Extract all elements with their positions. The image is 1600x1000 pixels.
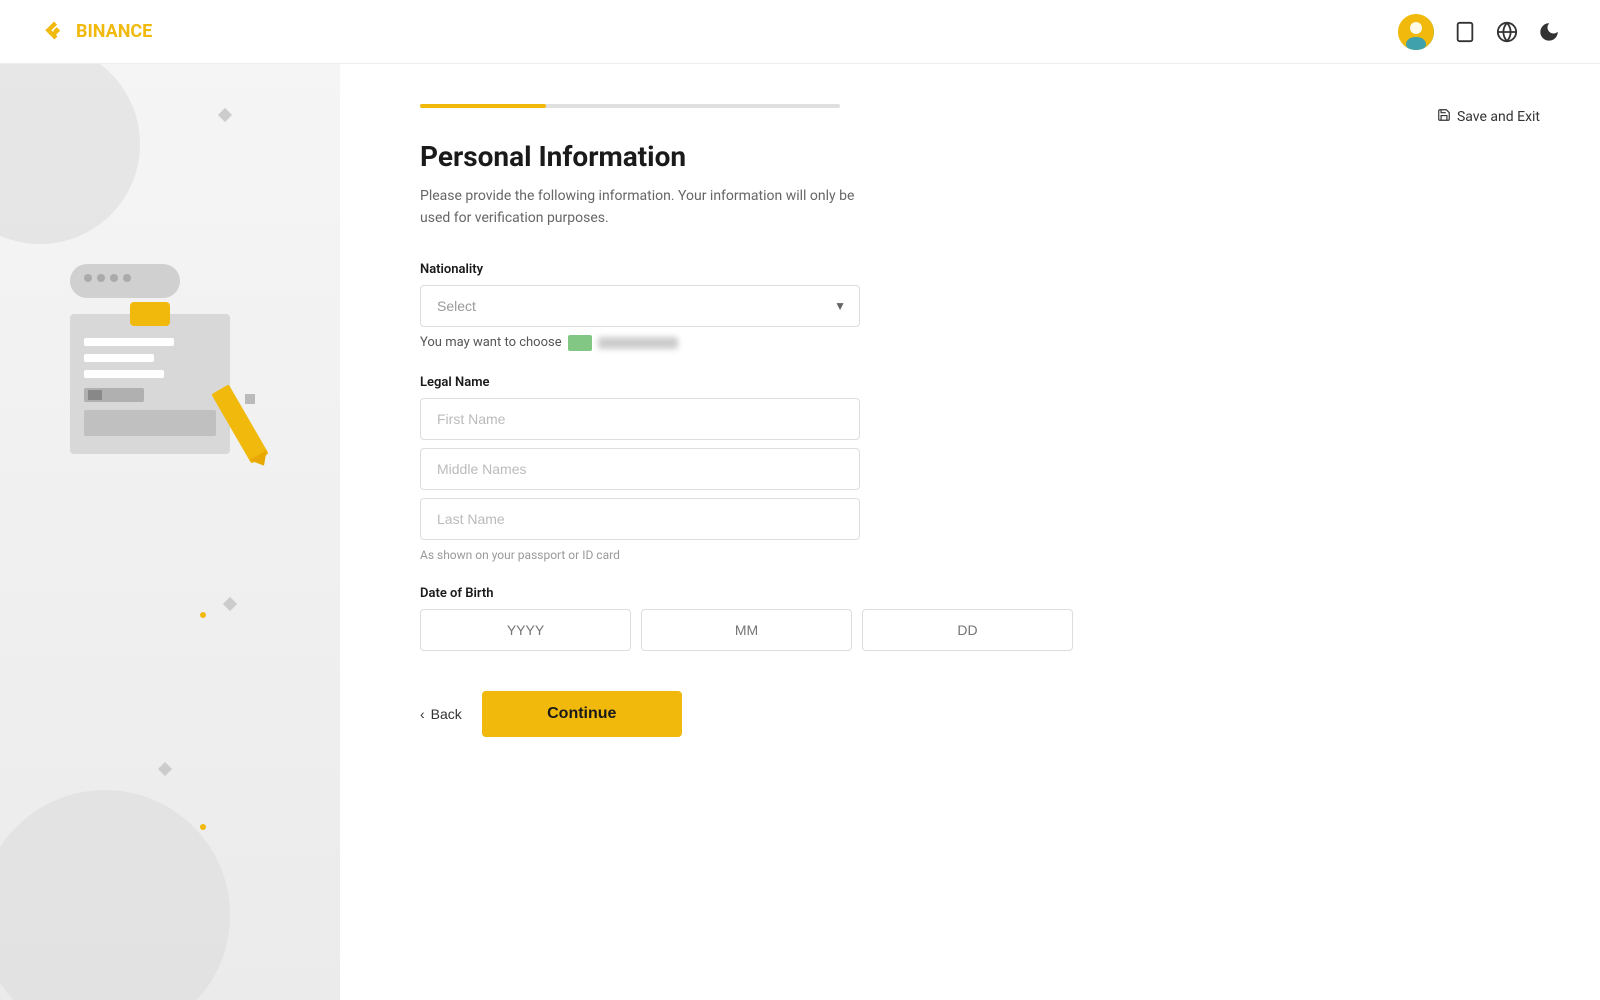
last-name-input[interactable] xyxy=(420,498,860,540)
suggestion-prefix: You may want to choose xyxy=(420,335,562,350)
first-name-input[interactable] xyxy=(420,398,860,440)
clipboard-line-1 xyxy=(84,338,174,346)
dob-year-input[interactable] xyxy=(420,609,631,651)
form-buttons: ‹ Back Continue xyxy=(420,691,860,737)
middle-names-input[interactable] xyxy=(420,448,860,490)
back-arrow-icon: ‹ xyxy=(420,706,425,722)
dob-label: Date of Birth xyxy=(420,586,860,601)
continue-button[interactable]: Continue xyxy=(482,691,682,737)
deco-circle-bottom xyxy=(0,790,230,1000)
clipboard-line-3 xyxy=(84,370,164,378)
moon-icon[interactable] xyxy=(1538,21,1560,43)
clipboard-body xyxy=(70,314,230,454)
main-content: Save and Exit Personal Information Pleas… xyxy=(340,64,1600,1000)
page-title: Personal Information xyxy=(420,140,1540,173)
user-avatar[interactable] xyxy=(1398,14,1434,50)
nationality-select[interactable]: Select xyxy=(420,285,860,327)
dob-month-input[interactable] xyxy=(641,609,852,651)
legal-name-label: Legal Name xyxy=(420,375,860,390)
save-exit-button[interactable]: Save and Exit xyxy=(1437,108,1540,126)
back-button[interactable]: ‹ Back xyxy=(420,706,462,722)
nationality-select-wrapper: Select ▼ xyxy=(420,285,860,327)
nationality-suggestion: You may want to choose xyxy=(420,335,860,351)
nationality-label: Nationality xyxy=(420,262,860,277)
globe-icon[interactable] xyxy=(1496,21,1518,43)
binance-logo-icon xyxy=(40,18,68,46)
clipboard-rect-2 xyxy=(84,410,216,436)
page-subtitle: Please provide the following information… xyxy=(420,185,860,230)
rect-inner xyxy=(88,390,102,400)
deco-circle-top xyxy=(0,64,140,244)
deco-diamond-2 xyxy=(223,597,237,611)
deco-dot-2 xyxy=(200,824,206,830)
personal-info-form: Nationality Select ▼ You may want to cho… xyxy=(420,262,860,737)
back-label: Back xyxy=(431,706,462,722)
header-right xyxy=(1398,14,1560,50)
deco-dot-1 xyxy=(200,612,206,618)
progress-bar-fill xyxy=(420,104,546,108)
suggestion-text-blurred xyxy=(598,337,678,349)
avatar-icon xyxy=(1398,14,1434,50)
clipboard-clip xyxy=(130,302,170,326)
dob-row xyxy=(420,609,860,651)
kyc-illustration xyxy=(50,264,270,484)
save-exit-icon xyxy=(1437,108,1451,126)
tablet-icon[interactable] xyxy=(1454,21,1476,43)
main-layout: Save and Exit Personal Information Pleas… xyxy=(0,64,1600,1000)
dob-day-input[interactable] xyxy=(862,609,1073,651)
deco-diamond-3 xyxy=(158,762,172,776)
progress-bar-container xyxy=(420,104,840,108)
save-exit-label: Save and Exit xyxy=(1457,109,1540,125)
pill-card xyxy=(70,264,180,298)
header: BINANCE xyxy=(0,0,1600,64)
suggestion-flag xyxy=(568,335,592,351)
pencil-icon xyxy=(211,384,268,463)
logo[interactable]: BINANCE xyxy=(40,18,152,46)
clipboard-rect-1 xyxy=(84,388,144,402)
logo-text: BINANCE xyxy=(76,21,152,42)
legal-name-hint: As shown on your passport or ID card xyxy=(420,548,860,562)
illustration-panel xyxy=(0,64,340,1000)
clipboard-line-2 xyxy=(84,354,154,362)
deco-diamond-1 xyxy=(218,108,232,122)
